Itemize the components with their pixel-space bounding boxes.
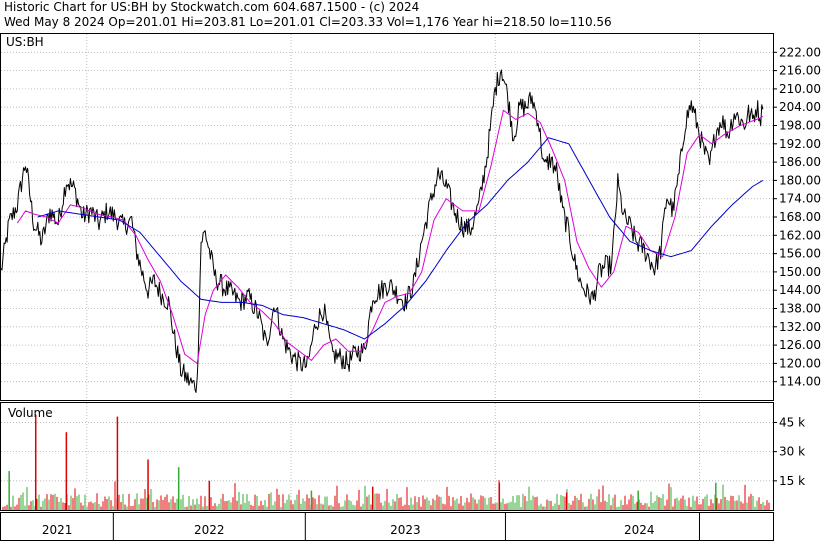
price-tick-label: 222.00 <box>779 45 821 59</box>
price-tick-label: 114.00 <box>779 375 821 389</box>
price-tick-label: 132.00 <box>779 320 821 334</box>
stock-chart: 222.00 216.00 210.00 204.00 198.00 192.00 186.… <box>0 33 821 541</box>
price-tick-label: 174.00 <box>779 192 821 206</box>
year-label: 2023 <box>390 523 421 537</box>
symbol-label: US:BH <box>6 35 44 49</box>
price-tick-label: 150.00 <box>779 265 821 279</box>
price-tick-label: 198.00 <box>779 119 821 133</box>
price-tick-label: 144.00 <box>779 283 821 297</box>
price-panel <box>0 33 774 401</box>
price-axis: 222.00 216.00 210.00 204.00 198.00 192.00 186.… <box>773 45 821 389</box>
price-tick-label: 162.00 <box>779 228 821 242</box>
volume-tick-label: 45 k <box>779 415 805 429</box>
date-axis-panel <box>0 512 774 541</box>
volume-axis: 45 k 30 k 15 k <box>773 415 805 488</box>
volume-label: Volume <box>8 406 53 420</box>
year-label: 2022 <box>194 523 225 537</box>
year-label: 2021 <box>42 523 73 537</box>
price-tick-label: 216.00 <box>779 64 821 78</box>
price-tick-label: 186.00 <box>779 155 821 169</box>
price-tick-label: 120.00 <box>779 356 821 370</box>
volume-tick-label: 15 k <box>779 474 805 488</box>
price-tick-label: 168.00 <box>779 210 821 224</box>
price-tick-label: 138.00 <box>779 302 821 316</box>
year-label: 2024 <box>624 523 655 537</box>
price-tick-label: 126.00 <box>779 338 821 352</box>
volume-tick-label: 30 k <box>779 445 805 459</box>
price-tick-label: 156.00 <box>779 247 821 261</box>
price-tick-label: 192.00 <box>779 137 821 151</box>
price-tick-label: 204.00 <box>779 100 821 114</box>
price-tick-label: 180.00 <box>779 173 821 187</box>
price-tick-label: 210.00 <box>779 82 821 96</box>
